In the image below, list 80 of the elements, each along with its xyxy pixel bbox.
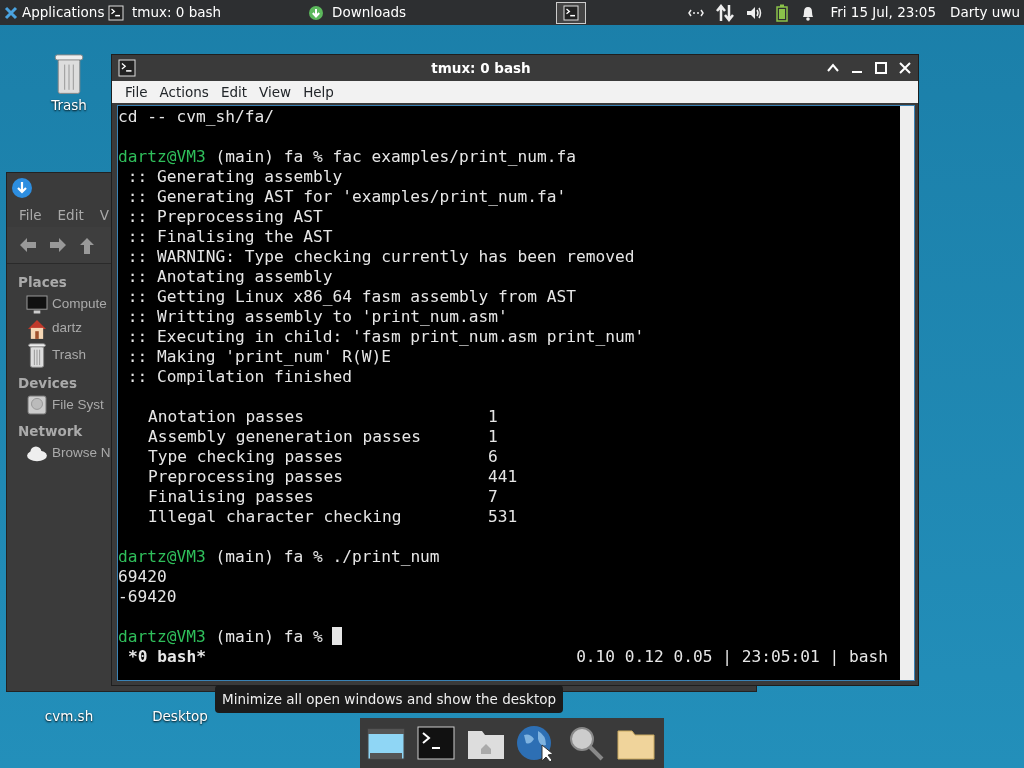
terminal-icon[interactable] <box>416 723 456 763</box>
close-icon[interactable] <box>898 61 912 75</box>
terminal-line: :: Generating AST for 'examples/print_num.fa' <box>126 187 568 207</box>
xfce-logo-icon <box>4 5 18 20</box>
menu-item[interactable]: File <box>19 205 42 226</box>
stat-value: 7 <box>488 487 498 507</box>
icon-label[interactable]: cvm.sh <box>44 706 94 727</box>
stat-label: Assembly geneneration passes <box>148 427 422 447</box>
taskbar-button[interactable]: Downloads <box>308 0 506 25</box>
download-icon <box>308 4 324 21</box>
stat-label: Finalising passes <box>148 487 315 507</box>
section-heading: Network <box>18 422 83 442</box>
transfer-arrows-icon[interactable] <box>716 3 735 22</box>
terminal-line: (main) fa % <box>214 627 323 647</box>
menu-item[interactable]: Actions <box>154 81 216 103</box>
stat-value: 531 <box>488 507 518 527</box>
terminal-icon <box>108 4 124 21</box>
user-menu[interactable]: Darty uwu <box>950 2 1020 23</box>
terminal-line: :: WARNING: Type checking currently has been removed <box>126 247 636 267</box>
prompt-user: dartz@VM3 <box>118 627 206 647</box>
stat-label: Anotation passes <box>148 407 305 427</box>
sidebar-item[interactable]: Browse N <box>18 441 111 466</box>
tmux-window-tab[interactable]: *0 bash* <box>128 647 206 667</box>
stat-value: 441 <box>488 467 518 487</box>
sidebar-item[interactable]: File Syst <box>18 393 104 418</box>
menu-item[interactable]: View <box>254 81 299 103</box>
sidebar-item[interactable]: Trash <box>18 340 86 369</box>
terminal-line: :: Getting Linux x86_64 fasm assembly from AST <box>126 287 578 307</box>
menu-item[interactable]: Edit <box>215 81 255 103</box>
monitor-icon <box>26 293 48 316</box>
scrollbar[interactable] <box>900 106 914 680</box>
terminal-icon <box>563 4 579 21</box>
prompt-user: dartz@VM3 <box>118 147 206 167</box>
prompt-user: dartz@VM3 <box>118 547 206 567</box>
clock[interactable]: Fri 15 Jul, 23:05 <box>830 2 937 23</box>
stat-label: Type checking passes <box>148 447 344 467</box>
taskbar-button[interactable]: tmux: 0 bash <box>108 0 306 25</box>
stat-value: 1 <box>488 427 498 447</box>
menu-item[interactable]: V <box>99 205 109 226</box>
terminal-line: :: Anotating assembly <box>126 267 334 287</box>
stat-value: 6 <box>488 447 498 467</box>
icon-label[interactable]: Desktop <box>152 706 208 727</box>
section-heading: Places <box>18 273 67 293</box>
up-arrow-icon[interactable] <box>79 237 95 256</box>
forward-arrow-icon[interactable] <box>49 237 67 254</box>
maximize-icon[interactable] <box>874 61 888 75</box>
sidebar-item[interactable]: dartz <box>18 316 82 341</box>
trash-icon <box>26 341 48 368</box>
back-arrow-icon[interactable] <box>19 237 37 254</box>
section-heading: Devices <box>18 373 77 393</box>
battery-icon[interactable] <box>776 3 789 22</box>
terminal-line: :: Generating assembly <box>126 167 344 187</box>
sidebar-item[interactable]: Compute <box>18 292 107 317</box>
drive-icon <box>26 394 48 417</box>
terminal-line: :: Preprocessing AST <box>126 207 324 227</box>
workspace-switcher[interactable] <box>556 1 586 24</box>
stat-label: Illegal character checking <box>148 507 403 527</box>
tooltip: Minimize all open windows and show the desktop <box>215 685 564 714</box>
terminal-line: (main) fa % ./print_num <box>214 547 440 567</box>
stat-value: 1 <box>488 407 498 427</box>
terminal-line: :: Compilation finished <box>126 367 353 387</box>
terminal-line: :: Writting assembly to 'print_num.asm' <box>126 307 509 327</box>
icon-label[interactable]: Trash <box>51 95 87 116</box>
terminal-icon <box>118 59 136 77</box>
terminal-line: -69420 <box>118 587 178 607</box>
menu-item[interactable]: File <box>120 81 155 103</box>
terminal-line: (main) fa % fac examples/print_num.fa <box>214 147 577 167</box>
house-icon <box>26 317 48 340</box>
stat-label: Preprocessing passes <box>148 467 344 487</box>
terminal-line: :: Making 'print_num' R(W)E <box>126 347 392 367</box>
menu-item[interactable]: Edit <box>57 205 84 226</box>
terminal-line: cd -- cvm_sh/fa/ <box>118 107 275 127</box>
terminal-line: 69420 <box>118 567 168 587</box>
applications-menu[interactable]: Applications <box>0 2 108 23</box>
terminal-line: :: Finalising the AST <box>126 227 334 247</box>
download-icon <box>11 177 33 199</box>
window-title: tmux: 0 bash <box>430 58 532 78</box>
terminal-line: :: Executing in child: 'fasm print_num.asm print_num' <box>126 327 646 347</box>
menu-item[interactable]: Help <box>298 81 341 103</box>
tmux-status: 0.10 0.12 0.05 | 23:05:01 | bash <box>576 647 888 667</box>
